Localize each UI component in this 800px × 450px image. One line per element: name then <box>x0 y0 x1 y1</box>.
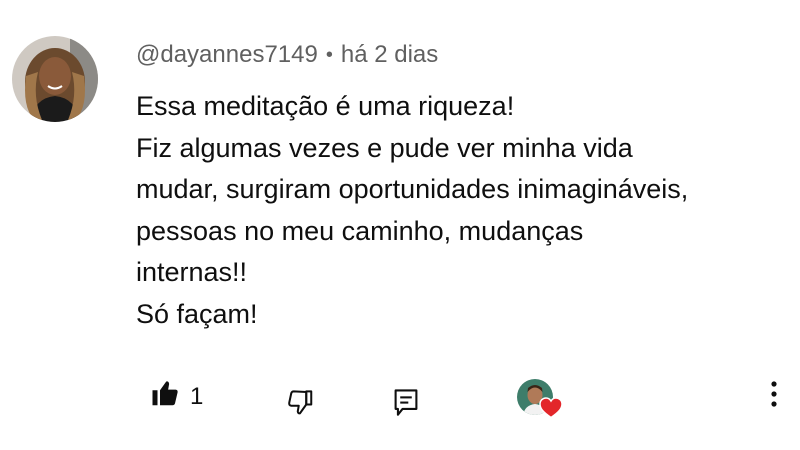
creator-heart-badge <box>517 379 567 423</box>
comment-line: Só façam! <box>136 298 258 329</box>
meta-separator: • <box>325 43 333 66</box>
like-button[interactable]: 1 <box>150 379 203 414</box>
comment-line: mudar, surgiram oportunidades inimagináv… <box>136 174 689 204</box>
comment-line: Fiz algumas vezes e pude ver minha vida <box>136 132 633 163</box>
more-options-button[interactable] <box>764 379 784 416</box>
comment-actions: 1 <box>0 365 800 435</box>
like-count: 1 <box>190 382 204 410</box>
reply-comment-icon <box>392 387 420 422</box>
dislike-button[interactable] <box>285 387 315 422</box>
creator-heart-icon <box>539 397 563 424</box>
comment-line: internas!! <box>136 257 248 287</box>
thumbs-down-icon <box>285 387 315 422</box>
comment-line: Essa meditação é uma riqueza! <box>136 91 515 121</box>
reply-button[interactable] <box>392 387 420 422</box>
avatar[interactable] <box>12 36 98 122</box>
author-handle[interactable]: @dayannes7149 <box>136 41 318 69</box>
thumbs-up-filled-icon <box>150 379 180 414</box>
comment-header: @dayannes7149 • há 2 dias <box>136 40 438 70</box>
comment-timestamp[interactable]: há 2 dias <box>341 41 438 69</box>
comment-text: Essa meditação é uma riqueza! Fiz alguma… <box>136 86 796 335</box>
comment-line: pessoas no meu caminho, mudanças <box>136 215 584 246</box>
more-vertical-icon <box>764 379 784 416</box>
